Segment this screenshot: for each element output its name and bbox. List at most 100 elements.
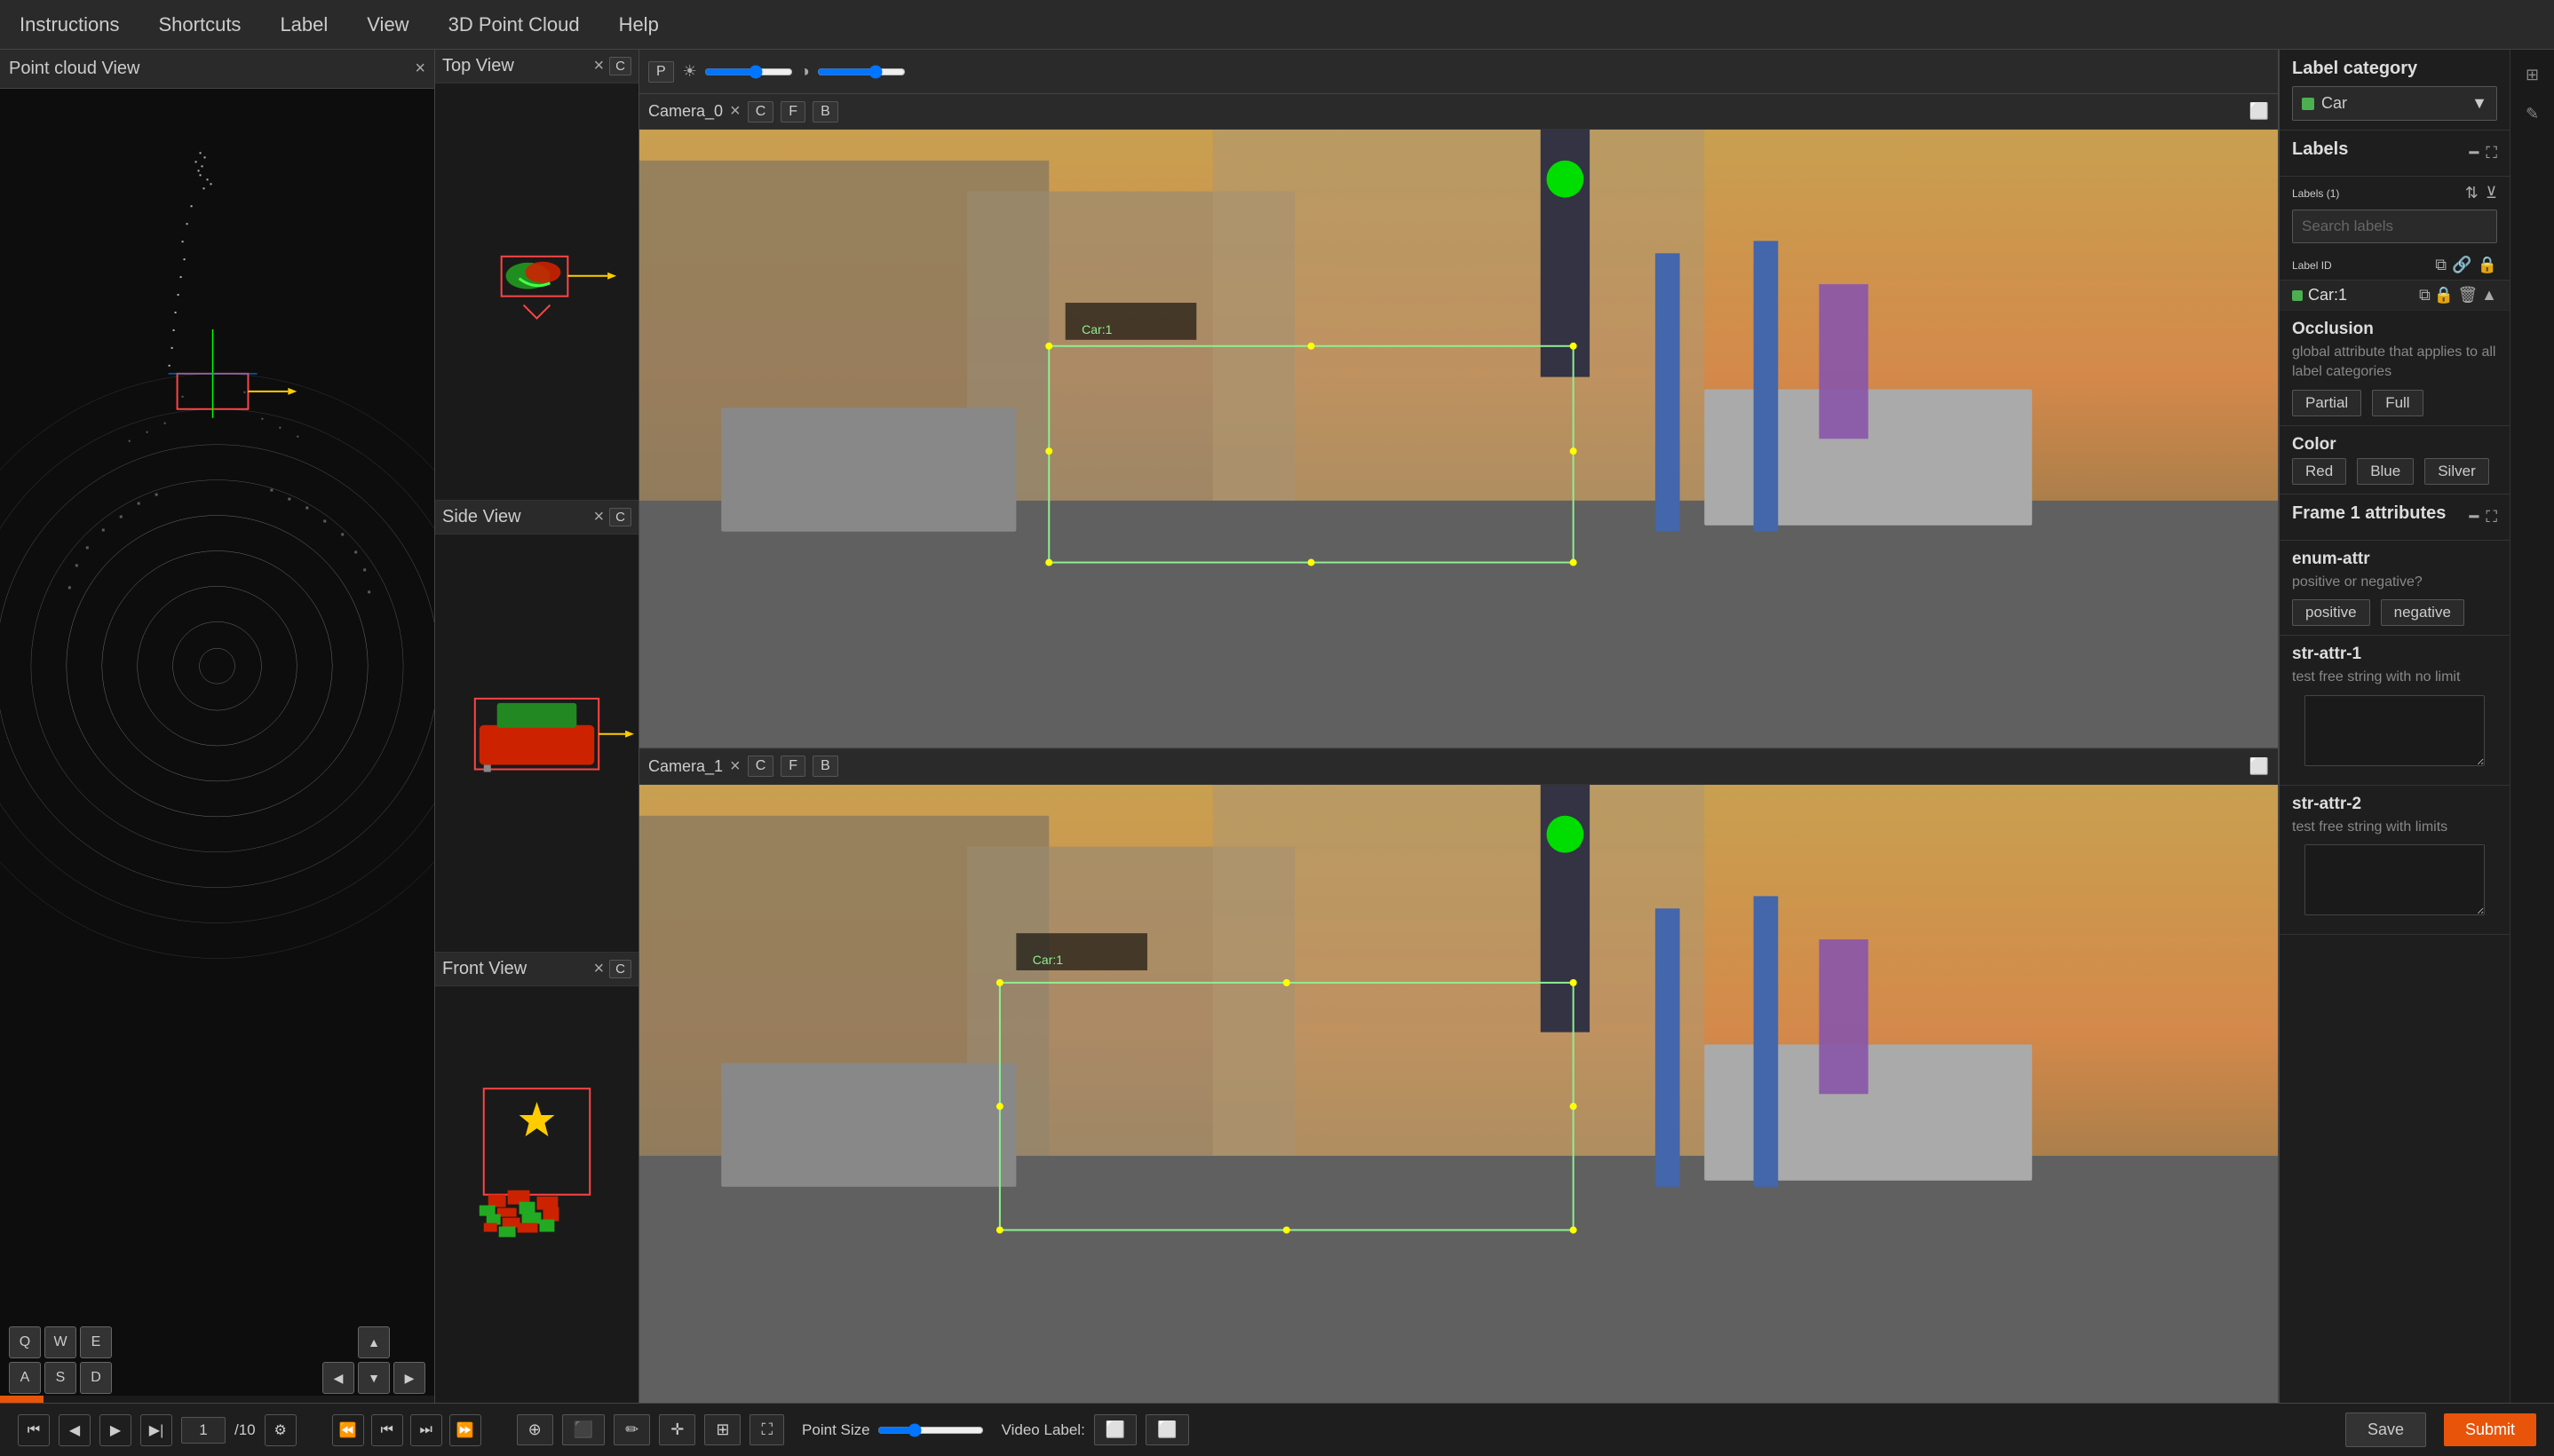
copy-icon[interactable]: ⧉ bbox=[2435, 256, 2447, 274]
camera-1-f-btn[interactable]: F bbox=[781, 756, 805, 777]
key-a[interactable]: A bbox=[9, 1362, 41, 1394]
front-view-c-btn[interactable]: C bbox=[609, 960, 631, 978]
color-blue[interactable]: Blue bbox=[2357, 458, 2414, 485]
top-view-canvas[interactable] bbox=[435, 83, 638, 500]
frame-attrs-title: Frame 1 attributes bbox=[2292, 503, 2446, 524]
enum-positive[interactable]: positive bbox=[2292, 599, 2370, 626]
frame-attrs-expand[interactable]: ⛶ bbox=[2486, 508, 2497, 526]
point-size-slider[interactable] bbox=[877, 1423, 984, 1437]
fast-back-btn[interactable]: ⏪ bbox=[332, 1414, 364, 1446]
label-delete-icon[interactable]: 🗑 bbox=[2457, 286, 2478, 305]
key-e[interactable]: E bbox=[80, 1326, 112, 1358]
menu-view[interactable]: View bbox=[356, 8, 419, 42]
nav-right[interactable]: ▶ bbox=[393, 1362, 425, 1394]
camera-0-image[interactable]: Car:1 bbox=[639, 130, 2278, 748]
front-view: Front View × C bbox=[435, 953, 638, 1403]
play-btn[interactable]: ▶ bbox=[99, 1414, 131, 1446]
p-button[interactable]: P bbox=[648, 61, 674, 83]
label-category-section: Label category Car ▼ bbox=[2280, 50, 2510, 131]
prev-frame-btn[interactable]: ◀ bbox=[59, 1414, 91, 1446]
label-category-dropdown[interactable]: Car ▼ bbox=[2292, 86, 2497, 121]
filter-icon[interactable]: ⊻ bbox=[2486, 184, 2497, 202]
nav-up[interactable]: ▲ bbox=[358, 1326, 390, 1358]
camera-1-c-btn[interactable]: C bbox=[748, 756, 774, 777]
point-cloud-close[interactable]: × bbox=[415, 59, 425, 79]
sidebar-edit-icon[interactable]: ✎ bbox=[2517, 98, 2549, 130]
label-lock-icon[interactable]: 🔒 bbox=[2434, 286, 2454, 305]
select-tool[interactable]: ⊕ bbox=[517, 1414, 553, 1445]
frame-attrs-collapse[interactable]: ━ bbox=[2470, 508, 2479, 526]
key-q[interactable]: Q bbox=[9, 1326, 41, 1358]
save-button[interactable]: Save bbox=[2345, 1412, 2426, 1447]
next-frame-btn[interactable]: ▶| bbox=[140, 1414, 172, 1446]
resize-tool[interactable]: ⊞ bbox=[704, 1414, 741, 1445]
camera-0-f-btn[interactable]: F bbox=[781, 101, 805, 123]
label-row-car1[interactable]: Car:1 ⧉ 🔒 🗑 ▲ bbox=[2280, 281, 2510, 311]
front-view-close[interactable]: × bbox=[593, 959, 604, 979]
step-forward-btn[interactable]: ⏭ bbox=[410, 1414, 442, 1446]
camera-1-close[interactable]: × bbox=[730, 756, 741, 777]
label-row-name: Car:1 bbox=[2308, 286, 2414, 305]
sidebar-layers-icon[interactable]: ⊞ bbox=[2517, 59, 2549, 91]
labels-title: Labels bbox=[2292, 139, 2348, 160]
camera-panel: P ☀ ◑ Camera_0 × C F B ⬜ bbox=[639, 50, 2279, 1403]
camera-0-expand[interactable]: ⬜ bbox=[2249, 102, 2269, 121]
label-copy-icon[interactable]: ⧉ bbox=[2419, 286, 2431, 305]
camera-1-expand[interactable]: ⬜ bbox=[2249, 757, 2269, 776]
camera-1-b-btn[interactable]: B bbox=[813, 756, 838, 777]
camera-1-image[interactable]: Car:1 bbox=[639, 785, 2278, 1404]
label-collapse-icon[interactable]: ▲ bbox=[2481, 286, 2497, 305]
progress-bar-container[interactable] bbox=[0, 1396, 434, 1403]
key-w[interactable]: W bbox=[44, 1326, 76, 1358]
nav-left[interactable]: ◀ bbox=[322, 1362, 354, 1394]
skip-start-btn[interactable]: ⏮ bbox=[18, 1414, 50, 1446]
lock-icon[interactable]: 🔒 bbox=[2478, 256, 2497, 274]
side-view-canvas[interactable] bbox=[435, 534, 638, 951]
menu-instructions[interactable]: Instructions bbox=[9, 8, 131, 42]
str-attr-2-input[interactable] bbox=[2304, 844, 2485, 915]
collapse-all-icon[interactable]: ━ bbox=[2470, 144, 2479, 162]
link-icon[interactable]: 🔗 bbox=[2452, 256, 2471, 274]
video-label-btn-1[interactable]: ⬜ bbox=[1094, 1414, 1137, 1445]
enum-negative[interactable]: negative bbox=[2381, 599, 2464, 626]
color-red[interactable]: Red bbox=[2292, 458, 2346, 485]
contrast-slider[interactable] bbox=[817, 65, 906, 79]
fast-forward-btn[interactable]: ⏩ bbox=[449, 1414, 481, 1446]
color-silver[interactable]: Silver bbox=[2424, 458, 2489, 485]
side-view-close[interactable]: × bbox=[593, 507, 604, 527]
draw-tool[interactable]: ✏ bbox=[614, 1414, 650, 1445]
front-view-canvas[interactable] bbox=[435, 986, 638, 1403]
expand-all-icon[interactable]: ⛶ bbox=[2486, 144, 2497, 162]
nav-down[interactable]: ▼ bbox=[358, 1362, 390, 1394]
str-attr-1-input[interactable] bbox=[2304, 695, 2485, 766]
color-options: Red Blue Silver bbox=[2292, 458, 2497, 485]
video-label-btn-2[interactable]: ⬜ bbox=[1146, 1414, 1188, 1445]
submit-button[interactable]: Submit bbox=[2444, 1413, 2536, 1446]
key-s[interactable]: S bbox=[44, 1362, 76, 1394]
key-d[interactable]: D bbox=[80, 1362, 112, 1394]
occlusion-partial[interactable]: Partial bbox=[2292, 390, 2361, 416]
frame-number-input[interactable]: 1 bbox=[181, 1417, 226, 1444]
fullscreen-tool[interactable]: ⛶ bbox=[750, 1414, 784, 1445]
move-tool[interactable]: ✛ bbox=[659, 1414, 695, 1445]
menu-3d-point-cloud[interactable]: 3D Point Cloud bbox=[438, 8, 591, 42]
step-back-btn[interactable]: ⏮ bbox=[371, 1414, 403, 1446]
settings-btn[interactable]: ⚙ bbox=[265, 1414, 297, 1446]
menu-help[interactable]: Help bbox=[608, 8, 670, 42]
search-labels-input[interactable] bbox=[2292, 210, 2497, 243]
side-view-c-btn[interactable]: C bbox=[609, 508, 631, 526]
occlusion-full[interactable]: Full bbox=[2372, 390, 2423, 416]
menu-shortcuts[interactable]: Shortcuts bbox=[148, 8, 252, 42]
occlusion-section: Occlusion global attribute that applies … bbox=[2280, 311, 2510, 426]
box-tool[interactable]: ⬛ bbox=[562, 1414, 605, 1445]
menu-label[interactable]: Label bbox=[269, 8, 338, 42]
sort-icon[interactable]: ⇅ bbox=[2465, 184, 2479, 202]
total-frames: /10 bbox=[234, 1421, 256, 1439]
camera-0-c-btn[interactable]: C bbox=[748, 101, 774, 123]
top-view-close[interactable]: × bbox=[593, 56, 604, 76]
camera-0-b-btn[interactable]: B bbox=[813, 101, 838, 123]
brightness-slider[interactable] bbox=[704, 65, 793, 79]
camera-0-close[interactable]: × bbox=[730, 101, 741, 122]
top-view-c-btn[interactable]: C bbox=[609, 57, 631, 75]
point-cloud-canvas[interactable]: Q W E A S D ▲ ◀ ▼ ▶ bbox=[0, 89, 434, 1403]
